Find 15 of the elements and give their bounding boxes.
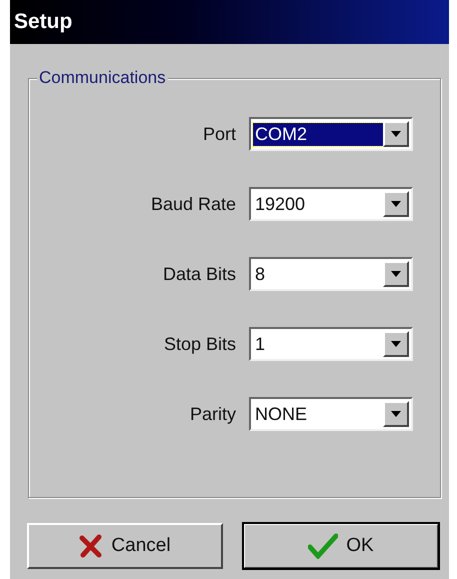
- field-label: Stop Bits: [164, 334, 236, 354]
- ok-button[interactable]: OK: [243, 523, 439, 569]
- dropdown[interactable]: 19200: [249, 187, 413, 221]
- dropdown[interactable]: COM2: [249, 117, 413, 151]
- field-label: Data Bits: [162, 264, 236, 284]
- checkmark-icon: [308, 533, 338, 559]
- dropdown[interactable]: NONE: [249, 397, 413, 431]
- cross-icon: [79, 534, 104, 558]
- window-title: Setup: [14, 10, 72, 34]
- field-label: Baud Rate: [150, 194, 236, 214]
- field-label: Port: [202, 124, 236, 144]
- dropdown[interactable]: 8: [249, 257, 413, 291]
- dropdown[interactable]: 1: [249, 327, 413, 361]
- field-label: Parity: [190, 404, 236, 424]
- cancel-button[interactable]: Cancel: [27, 523, 223, 569]
